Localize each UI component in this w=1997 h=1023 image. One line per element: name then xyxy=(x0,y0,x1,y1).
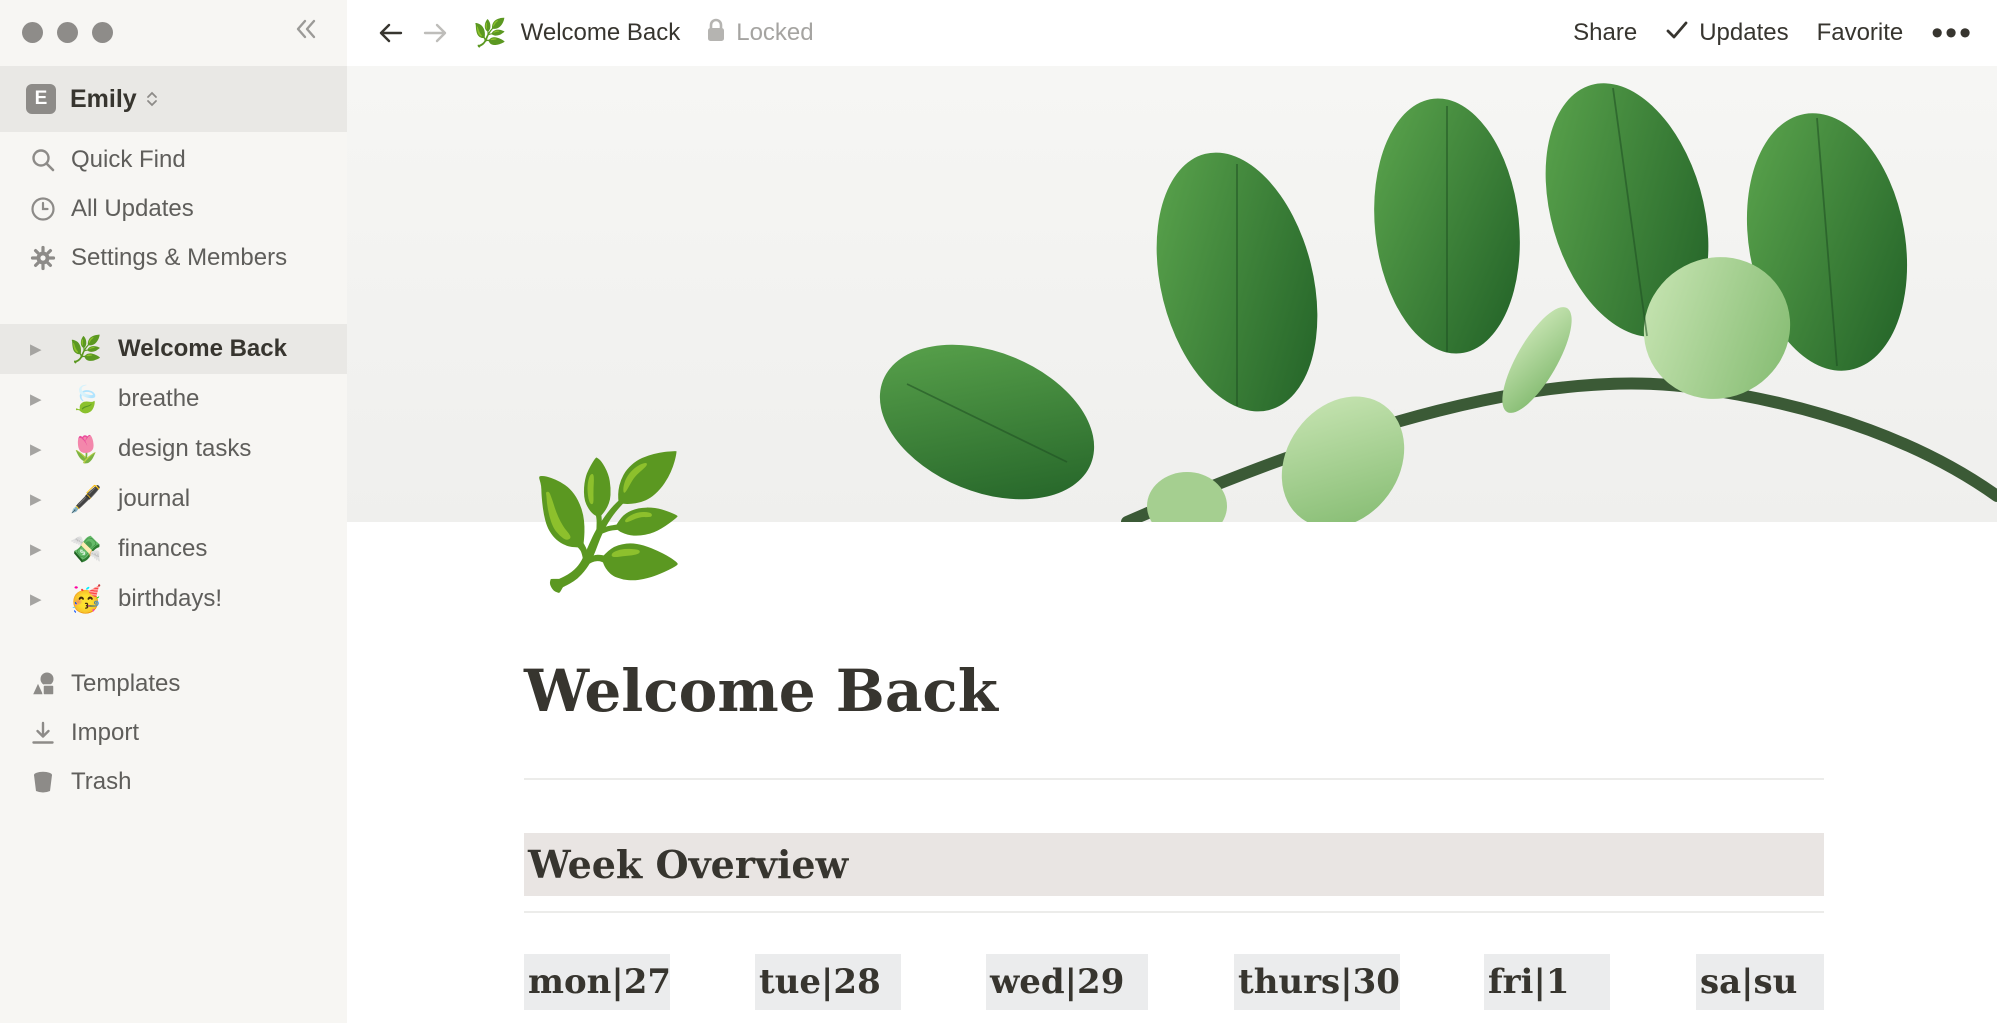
window-controls xyxy=(22,22,113,43)
tulip-icon: 🌷 xyxy=(69,433,103,464)
sidebar-item-templates[interactable]: Templates xyxy=(0,659,347,709)
sidebar-page-birthdays[interactable]: ▶ 🥳 birthdays! xyxy=(0,574,347,624)
day-label-weekend[interactable]: sa|su xyxy=(1696,954,1824,1010)
sidebar-page-label: Welcome Back xyxy=(118,335,287,362)
expand-triangle-icon[interactable]: ▶ xyxy=(30,590,50,608)
trash-icon xyxy=(28,767,58,797)
minimize-window-button[interactable] xyxy=(57,22,78,43)
favorite-button[interactable]: Favorite xyxy=(1817,19,1904,47)
gear-icon xyxy=(28,243,58,273)
page-title[interactable]: Welcome Back xyxy=(524,657,998,725)
section-heading[interactable]: Week Overview xyxy=(524,833,1824,896)
herb-icon: 🌿 xyxy=(473,18,507,48)
expand-triangle-icon[interactable]: ▶ xyxy=(30,540,50,558)
topbar-actions: Share Updates Favorite ••• xyxy=(1545,0,1997,66)
day-label-mon[interactable]: mon|27 xyxy=(524,954,671,1010)
expand-triangle-icon[interactable]: ▶ xyxy=(30,340,50,358)
sidebar-item-label: Trash xyxy=(71,768,132,795)
share-button[interactable]: Share xyxy=(1573,19,1637,47)
money-wings-icon: 💸 xyxy=(69,533,103,564)
day-label-tue[interactable]: tue|28 xyxy=(755,954,901,1010)
updates-label: Updates xyxy=(1699,19,1789,46)
sidebar-item-label: Import xyxy=(71,719,140,746)
topbar: 🌿 Welcome Back Locked Share Updates Favo… xyxy=(347,0,1997,66)
sidebar-page-label: breathe xyxy=(118,385,200,412)
breadcrumb-title: Welcome Back xyxy=(520,19,681,46)
sidebar-item-label: Settings & Members xyxy=(71,244,288,271)
sidebar-item-all-updates[interactable]: All Updates xyxy=(0,184,347,234)
lock-icon xyxy=(706,18,726,49)
sidebar-page-label: finances xyxy=(118,535,208,562)
divider xyxy=(524,778,1824,780)
back-arrow-icon[interactable] xyxy=(371,13,411,53)
party-face-icon: 🥳 xyxy=(69,583,103,614)
chevron-updown-icon xyxy=(145,89,159,109)
sidebar-page-label: design tasks xyxy=(118,435,252,462)
sidebar-page-journal[interactable]: ▶ 🖋️ journal xyxy=(0,474,347,524)
sidebar-item-label: Quick Find xyxy=(71,146,186,173)
close-window-button[interactable] xyxy=(22,22,43,43)
more-options-icon[interactable]: ••• xyxy=(1931,16,1973,50)
sidebar-item-quick-find[interactable]: Quick Find xyxy=(0,135,347,185)
download-icon xyxy=(28,718,58,748)
sidebar-page-label: journal xyxy=(118,485,191,512)
sidebar-page-label: birthdays! xyxy=(118,585,223,612)
sidebar: E Emily Quick Find All Updates Settings … xyxy=(0,0,347,1023)
expand-triangle-icon[interactable]: ▶ xyxy=(30,440,50,458)
day-label-thurs[interactable]: thurs|30 xyxy=(1234,954,1400,1010)
day-label-wed[interactable]: wed|29 xyxy=(986,954,1148,1010)
collapse-sidebar-icon[interactable] xyxy=(290,14,320,44)
forward-arrow-icon[interactable] xyxy=(415,13,455,53)
sidebar-item-trash[interactable]: Trash xyxy=(0,757,347,807)
page-icon[interactable]: 🌿 xyxy=(528,448,687,598)
lock-label: Locked xyxy=(736,19,814,46)
divider xyxy=(524,911,1824,913)
sidebar-page-finances[interactable]: ▶ 💸 finances xyxy=(0,524,347,574)
clock-icon xyxy=(28,194,58,224)
sidebar-item-label: Templates xyxy=(71,670,181,697)
workspace-avatar: E xyxy=(26,84,56,114)
expand-triangle-icon[interactable]: ▶ xyxy=(30,490,50,508)
day-label-fri[interactable]: fri|1 xyxy=(1484,954,1610,1010)
check-icon xyxy=(1665,18,1689,49)
maximize-window-button[interactable] xyxy=(92,22,113,43)
sidebar-item-settings[interactable]: Settings & Members xyxy=(0,233,347,283)
breadcrumb[interactable]: 🌿 Welcome Back xyxy=(473,17,680,49)
updates-button[interactable]: Updates xyxy=(1665,18,1789,49)
fountain-pen-icon: 🖋️ xyxy=(69,483,103,514)
sidebar-page-design-tasks[interactable]: ▶ 🌷 design tasks xyxy=(0,424,347,474)
sidebar-item-label: All Updates xyxy=(71,195,194,222)
workspace-switcher[interactable]: E Emily xyxy=(0,66,347,132)
sidebar-page-breathe[interactable]: ▶ 🍃 breathe xyxy=(0,374,347,424)
sidebar-page-welcome-back[interactable]: ▶ 🌿 Welcome Back xyxy=(0,324,347,374)
search-icon xyxy=(28,145,58,175)
lock-status[interactable]: Locked xyxy=(706,18,814,49)
shapes-icon xyxy=(28,669,58,699)
expand-triangle-icon[interactable]: ▶ xyxy=(30,390,50,408)
workspace-name: Emily xyxy=(70,84,137,113)
leaves-icon: 🍃 xyxy=(69,383,103,414)
herb-icon: 🌿 xyxy=(69,333,103,364)
sidebar-item-import[interactable]: Import xyxy=(0,708,347,758)
